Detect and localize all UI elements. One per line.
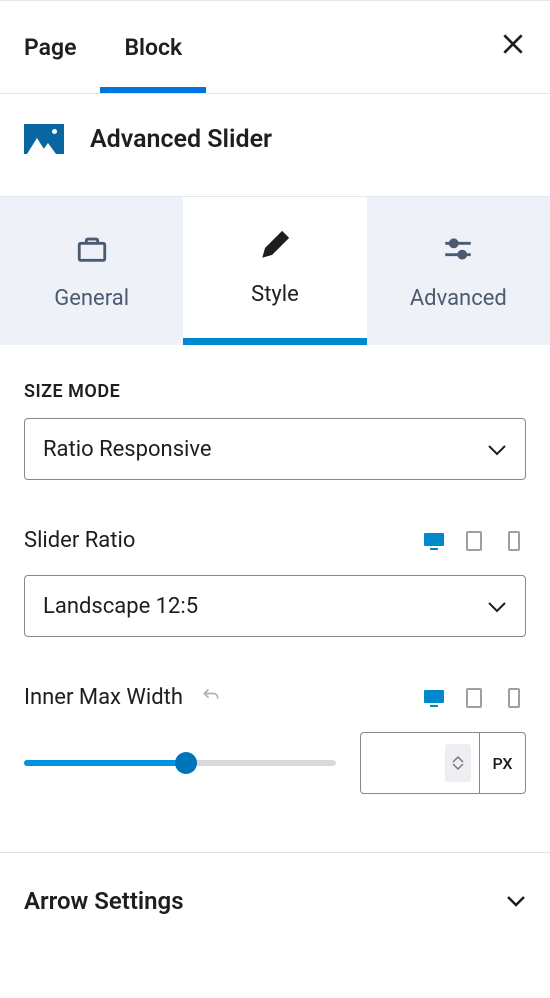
desktop-icon[interactable] (422, 529, 446, 553)
device-toggles (422, 686, 526, 710)
subtab-advanced[interactable]: Advanced (367, 197, 550, 345)
subtab-label: Advanced (410, 286, 507, 311)
mobile-icon[interactable] (502, 686, 526, 710)
tablet-icon[interactable] (462, 529, 486, 553)
slider-thumb[interactable] (175, 752, 197, 774)
inner-max-width-label: Inner Max Width (24, 685, 183, 710)
chevron-down-icon (487, 437, 507, 462)
inner-max-width-input[interactable] (360, 732, 480, 794)
device-toggles (422, 529, 526, 553)
close-button[interactable] (500, 31, 526, 64)
tab-block[interactable]: Block (100, 1, 206, 93)
unit-select[interactable]: PX (480, 732, 526, 794)
inspector-top-tabs: Page Block (0, 0, 550, 94)
close-icon (500, 31, 526, 64)
tablet-icon[interactable] (462, 686, 486, 710)
slider-ratio-select[interactable]: Landscape 12:5 (24, 575, 526, 637)
reset-icon[interactable] (201, 686, 221, 710)
chevron-down-icon (506, 892, 526, 911)
arrow-settings-title: Arrow Settings (24, 887, 184, 915)
subtab-label: Style (251, 282, 299, 307)
inner-max-width-control: PX (24, 732, 526, 794)
mobile-icon[interactable] (502, 529, 526, 553)
style-panel: SIZE MODE Ratio Responsive Slider Ratio … (0, 345, 550, 794)
briefcase-icon (75, 232, 109, 272)
size-mode-select[interactable]: Ratio Responsive (24, 418, 526, 480)
subtab-general[interactable]: General (0, 197, 183, 345)
tab-page[interactable]: Page (24, 1, 100, 93)
slider-block-icon (24, 124, 64, 154)
size-mode-value: Ratio Responsive (43, 437, 212, 462)
block-title: Advanced Slider (90, 125, 272, 154)
chevron-down-icon (487, 594, 507, 619)
slider-ratio-label: Slider Ratio (24, 528, 135, 553)
slider-ratio-value: Landscape 12:5 (43, 594, 198, 619)
style-sub-tabs: General Style Advanced (0, 196, 550, 345)
slider-ratio-row: Slider Ratio (24, 528, 526, 553)
subtab-style[interactable]: Style (183, 197, 366, 345)
sliders-icon (441, 232, 475, 272)
pen-icon (258, 228, 292, 268)
size-mode-label: SIZE MODE (24, 381, 526, 402)
number-stepper[interactable] (445, 744, 471, 782)
inner-max-width-row: Inner Max Width (24, 685, 526, 710)
inner-max-width-slider[interactable] (24, 753, 336, 773)
subtab-label: General (54, 286, 129, 311)
desktop-icon[interactable] (422, 686, 446, 710)
arrow-settings-accordion[interactable]: Arrow Settings (0, 853, 550, 949)
block-header: Advanced Slider (0, 94, 550, 196)
